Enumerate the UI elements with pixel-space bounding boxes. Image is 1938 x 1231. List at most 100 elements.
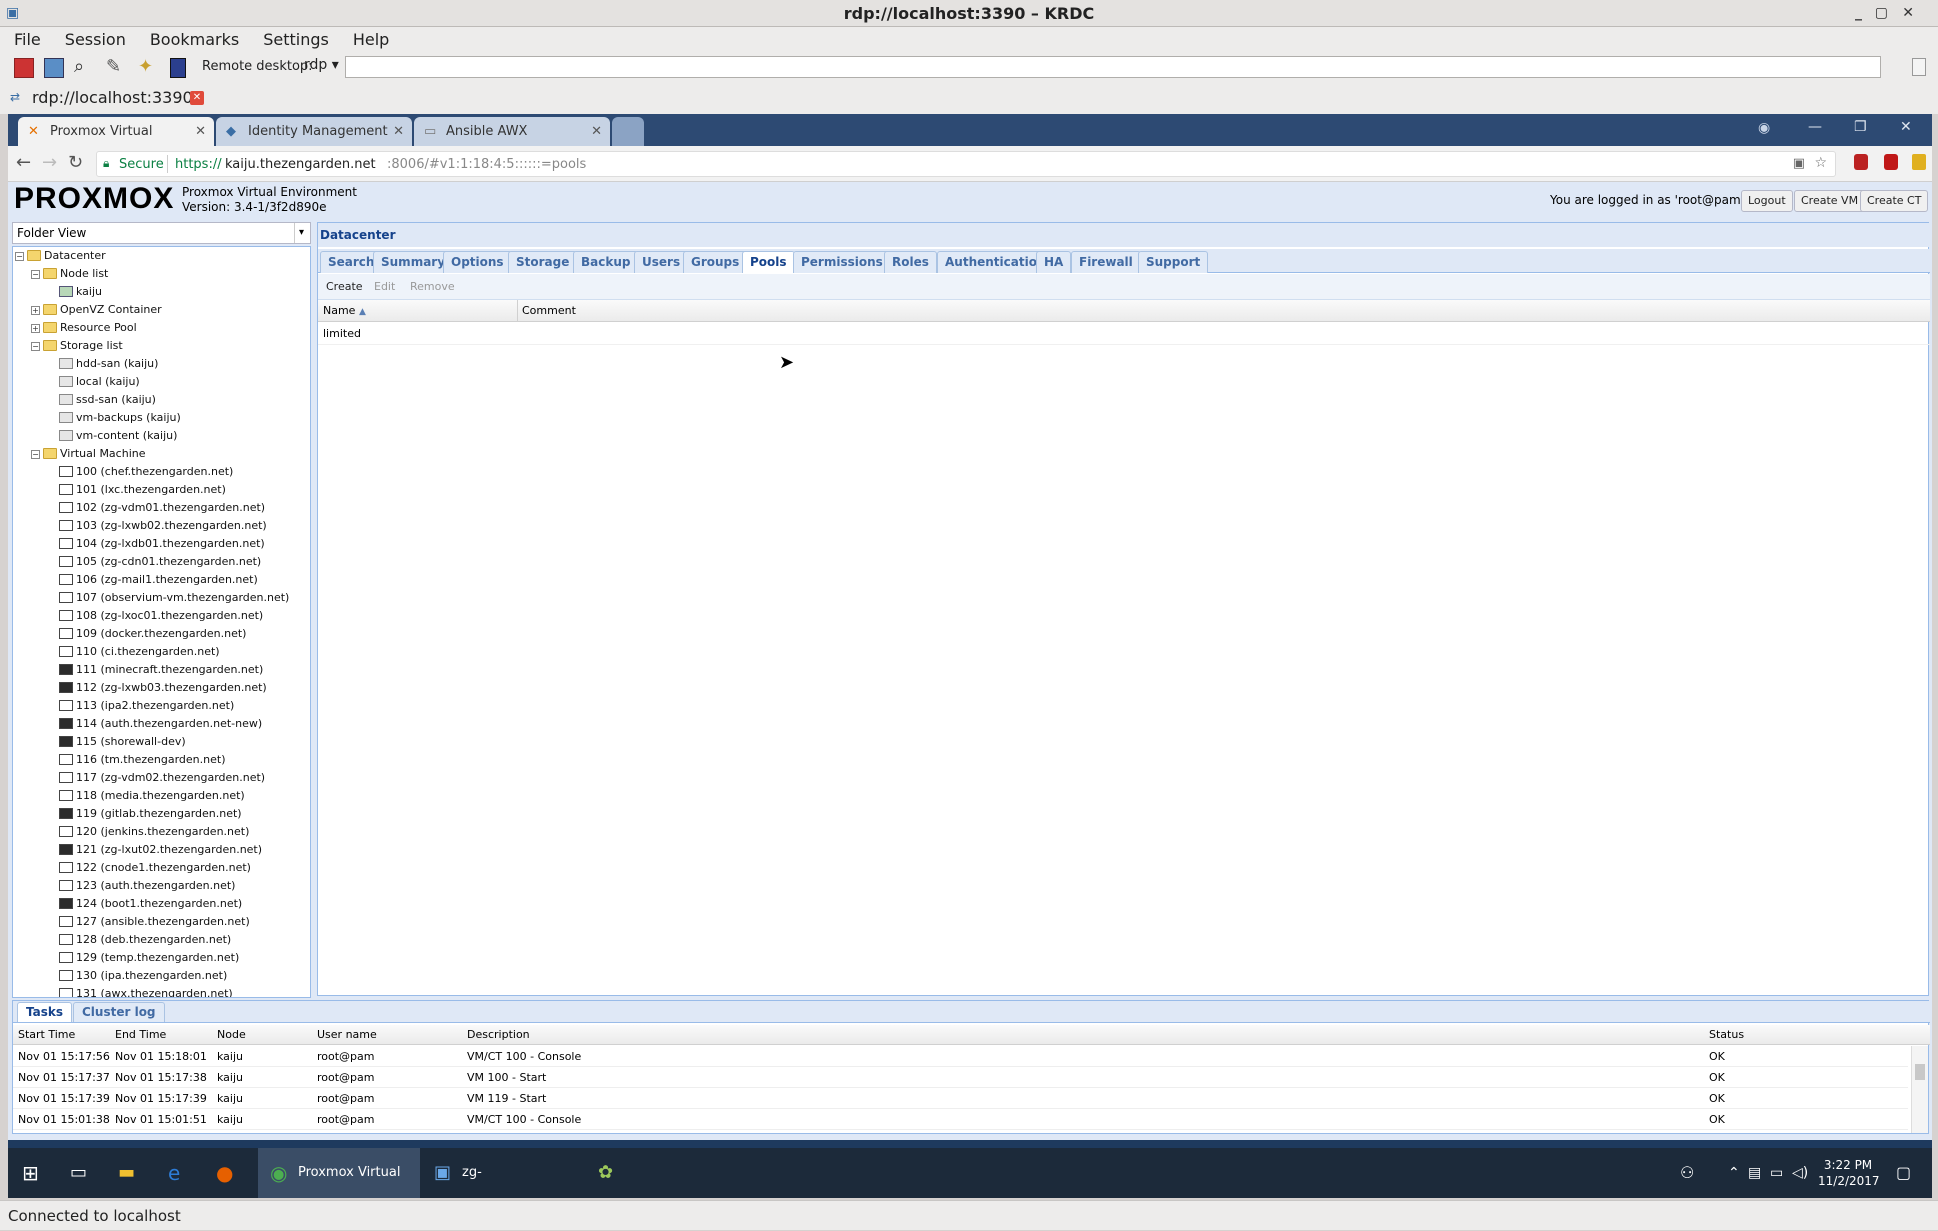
close-tab-icon[interactable]: ✕ — [393, 117, 404, 146]
minimize-icon[interactable]: _ — [1855, 0, 1862, 27]
shield-icon[interactable] — [1884, 154, 1898, 170]
star-icon[interactable]: ☆ — [1814, 155, 1827, 171]
tree-vm[interactable]: 114 (auth.thezengarden.net-new) — [59, 715, 262, 733]
scrollbar[interactable] — [1911, 1046, 1928, 1133]
tab-awx[interactable]: ▭ Ansible AWX ✕ — [414, 117, 610, 146]
tree-vm[interactable]: 105 (zg-cdn01.thezengarden.net) — [59, 553, 261, 571]
tree-vm[interactable]: 130 (ipa.thezengarden.net) — [59, 967, 227, 985]
tree-datacenter[interactable]: − Datacenter — [15, 247, 106, 265]
create-ct-button[interactable]: Create CT — [1860, 190, 1929, 212]
close-tab-icon[interactable]: ✕ — [190, 91, 204, 105]
tree-vm[interactable]: 108 (zg-lxoc01.thezengarden.net) — [59, 607, 263, 625]
tree-vm[interactable]: 109 (docker.thezengarden.net) — [59, 625, 246, 643]
menu-help[interactable]: Help — [339, 27, 399, 52]
tree-vm[interactable]: 116 (tm.thezengarden.net) — [59, 751, 226, 769]
tree-vm[interactable]: 120 (jenkins.thezengarden.net) — [59, 823, 249, 841]
tab-proxmox[interactable]: ✕ Proxmox Virtual Environm✕ — [18, 117, 214, 168]
clock[interactable]: 3:22 PM 11/2/2017 — [1818, 1148, 1880, 1198]
tree-vm[interactable]: 100 (chef.thezengarden.net) — [59, 463, 233, 481]
volume-icon[interactable]: ◁) — [1792, 1148, 1808, 1198]
chevron-up-icon[interactable]: ⌃ — [1728, 1148, 1740, 1198]
file-explorer-icon[interactable]: ▬ — [118, 1148, 135, 1198]
tree-vm[interactable]: 110 (ci.thezengarden.net) — [59, 643, 220, 661]
menu-bookmarks[interactable]: Bookmarks — [136, 27, 249, 52]
remove-button[interactable]: Remove — [410, 274, 455, 300]
profile-icon[interactable]: ◉ — [1758, 120, 1770, 136]
create-button[interactable]: Create — [326, 274, 363, 300]
scrollbar-thumb[interactable] — [1915, 1064, 1925, 1080]
tab-support[interactable]: Support — [1138, 251, 1209, 273]
tree-storage[interactable]: hdd-san (kaiju) — [59, 355, 158, 373]
edge-icon[interactable]: e — [168, 1148, 180, 1198]
tree-vm[interactable]: 122 (cnode1.thezengarden.net) — [59, 859, 251, 877]
tree-storage[interactable]: ssd-san (kaiju) — [59, 391, 156, 409]
collapse-icon[interactable]: − — [31, 341, 40, 351]
tree-vm[interactable]: 102 (zg-vdm01.thezengarden.net) — [59, 499, 265, 517]
table-row[interactable]: limited — [318, 323, 1930, 345]
close-icon[interactable]: ✕ — [1902, 0, 1914, 27]
expand-icon[interactable]: + — [31, 323, 40, 333]
tree-resource-pool[interactable]: + Resource Pool — [31, 319, 137, 337]
krdc-tab-label[interactable]: rdp://localhost:3390 — [32, 88, 193, 107]
close-icon[interactable]: ✕ — [1900, 119, 1912, 135]
create-vm-button[interactable]: Create VM — [1794, 190, 1866, 212]
tab-firewall[interactable]: Firewall — [1071, 251, 1141, 273]
tab-identity[interactable]: ◆ Identity Management ✕ — [216, 117, 412, 146]
forward-icon[interactable]: → — [42, 152, 57, 173]
tree-vm[interactable]: 124 (boot1.thezengarden.net) — [59, 895, 242, 913]
back-icon[interactable]: ← — [16, 152, 31, 173]
chevron-down-icon[interactable]: ▾ — [294, 223, 308, 243]
tree-node-list[interactable]: − Node list — [31, 265, 108, 283]
tree-storage-list[interactable]: − Storage list — [31, 337, 123, 355]
tree-vm[interactable]: 127 (ansible.thezengarden.net) — [59, 913, 250, 931]
collapse-icon[interactable]: − — [31, 269, 40, 279]
tree-vm[interactable]: 107 (observium-vm.thezengarden.net) — [59, 589, 289, 607]
tree-vm[interactable]: 101 (lxc.thezengarden.net) — [59, 481, 226, 499]
view-selector[interactable]: Folder View ▾ — [12, 222, 311, 244]
tasks-col[interactable]: Start Time — [18, 1025, 75, 1045]
extension-icon[interactable] — [1912, 154, 1926, 170]
tab-options[interactable]: Options — [443, 251, 512, 273]
tree-vm[interactable]: 111 (minecraft.thezengarden.net) — [59, 661, 263, 679]
expand-icon[interactable]: + — [31, 305, 40, 315]
reload-icon[interactable]: ↻ — [68, 152, 83, 173]
screen-icon[interactable] — [44, 58, 64, 78]
task-view-icon[interactable]: ▭ — [70, 1148, 87, 1198]
task-row[interactable]: Nov 01 15:17:56 Nov 01 15:18:01 kaiju root@… — [13, 1046, 1908, 1067]
tasks-col[interactable]: Node — [217, 1025, 246, 1045]
tasks-col[interactable]: Description — [467, 1025, 530, 1045]
tasks-col[interactable]: End Time — [115, 1025, 166, 1045]
new-tab-button[interactable] — [612, 117, 644, 146]
view-only-icon[interactable] — [170, 58, 186, 78]
taskbar-rdp[interactable]: ▣ zg-lxut02.thezengar... — [422, 1148, 584, 1198]
tab-ha[interactable]: HA — [1036, 251, 1072, 273]
tree-vm[interactable]: 115 (shorewall-dev) — [59, 733, 186, 751]
firefox-icon[interactable]: ● — [216, 1148, 233, 1198]
task-row[interactable]: Nov 01 15:01:38 Nov 01 15:01:51 kaiju root@… — [13, 1109, 1908, 1130]
network-icon[interactable]: ▤ — [1748, 1148, 1761, 1198]
tab-summary[interactable]: Summary — [373, 251, 454, 273]
taskbar-chrome[interactable]: ◉ Proxmox Virtual En... — [258, 1148, 420, 1198]
tab-backup[interactable]: Backup — [573, 251, 639, 273]
task-row[interactable]: Nov 01 15:17:39 Nov 01 15:17:39 kaiju root@… — [13, 1088, 1908, 1109]
menu-file[interactable]: File — [0, 27, 51, 52]
tree-vm[interactable]: 106 (zg-mail1.thezengarden.net) — [59, 571, 258, 589]
tree-vm[interactable]: 123 (auth.thezengarden.net) — [59, 877, 235, 895]
menu-toggle-icon[interactable] — [1912, 58, 1926, 76]
tree-storage[interactable]: vm-content (kaiju) — [59, 427, 177, 445]
remote-desktop[interactable]: ✕ Proxmox Virtual Environm✕ ◆ Identity M… — [8, 114, 1932, 1198]
tree-vm[interactable]: 129 (temp.thezengarden.net) — [59, 949, 239, 967]
tree-virtual-machine[interactable]: − Virtual Machine — [31, 445, 146, 463]
collapse-icon[interactable]: − — [31, 449, 40, 459]
maximize-icon[interactable]: ❐ — [1854, 119, 1867, 135]
new-connection-icon[interactable] — [14, 58, 34, 78]
tasks-col[interactable]: User name — [317, 1025, 377, 1045]
tree-vm[interactable]: 128 (deb.thezengarden.net) — [59, 931, 231, 949]
tasks-col[interactable]: Status — [1709, 1025, 1744, 1045]
tree-vm[interactable]: 104 (zg-lxdb01.thezengarden.net) — [59, 535, 265, 553]
tree-vm[interactable]: 103 (zg-lxwb02.thezengarden.net) — [59, 517, 267, 535]
tree-vm[interactable]: 118 (media.thezengarden.net) — [59, 787, 245, 805]
maximize-icon[interactable]: ▢ — [1875, 0, 1888, 27]
tab-groups[interactable]: Groups — [683, 251, 748, 273]
col-name[interactable]: Name ▲ — [323, 300, 366, 323]
